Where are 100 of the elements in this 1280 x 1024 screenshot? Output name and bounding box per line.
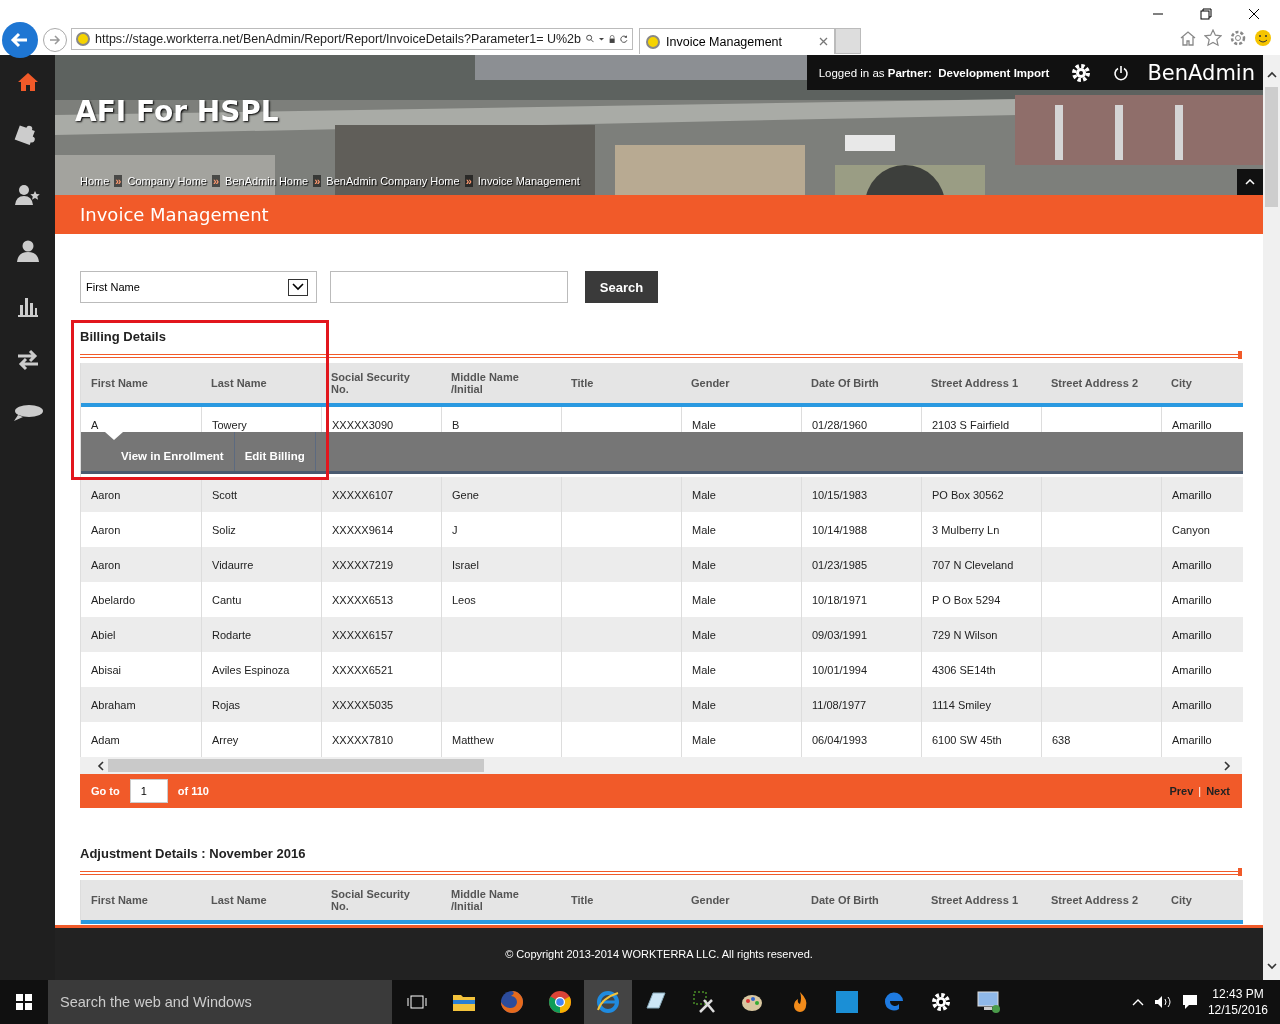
- column-header: Date Of Birth: [810, 377, 880, 389]
- scroll-thumb[interactable]: [108, 759, 484, 772]
- row-action-button[interactable]: Edit Billing: [234, 432, 316, 471]
- field-select[interactable]: First Name: [80, 271, 317, 303]
- internet-explorer-icon[interactable]: [584, 980, 632, 1024]
- table-cell: Rojas: [212, 698, 241, 711]
- settings-icon[interactable]: [930, 991, 952, 1013]
- start-button[interactable]: [16, 994, 32, 1010]
- notification-icon[interactable]: [1181, 994, 1198, 1010]
- table-cell: XXXXX6157: [332, 628, 394, 641]
- power-icon[interactable]: [1113, 64, 1130, 81]
- column-header: Middle Name /Initial: [450, 371, 520, 395]
- user-icon[interactable]: [15, 239, 40, 263]
- firefox-icon[interactable]: [500, 990, 524, 1014]
- table-row[interactable]: Abiel Rodarte XXXXX6157 Male 09/03/1991 729 N Wilson Amarillo: [81, 617, 1243, 652]
- table-cell: 729 N Wilson: [932, 628, 998, 641]
- edge-icon[interactable]: [882, 990, 906, 1014]
- table-cell: XXXXX5035: [332, 698, 394, 711]
- column-header: Gender: [690, 894, 731, 906]
- table-cell: P O Box 5294: [932, 593, 1001, 606]
- column-header: First Name: [90, 894, 149, 906]
- table-cell: 3 Mulberry Ln: [932, 523, 1000, 536]
- home-icon[interactable]: [1179, 29, 1197, 47]
- restore-button[interactable]: [1200, 8, 1212, 20]
- table-cell: 10/14/1988: [812, 523, 868, 536]
- table-cell: A: [91, 418, 99, 431]
- table-cell: Leos: [452, 593, 476, 606]
- table-cell: Male: [692, 698, 716, 711]
- taskbar-search[interactable]: Search the web and Windows: [48, 980, 392, 1024]
- table-cell: Abelardo: [91, 593, 136, 606]
- table-row[interactable]: Abraham Rojas XXXXX5035 Male 11/08/1977 1114 Smiley Amarillo: [81, 687, 1243, 722]
- user-star-icon[interactable]: [14, 183, 41, 207]
- column-header: Street Address 2: [1050, 377, 1140, 389]
- table-cell: Amarillo: [1172, 663, 1212, 676]
- table-cell: 707 N Cleveland: [932, 558, 1014, 571]
- search-field[interactable]: [330, 271, 568, 303]
- remote-desktop-icon[interactable]: [976, 990, 1002, 1014]
- search-button[interactable]: Search: [585, 271, 658, 303]
- scroll-up-icon[interactable]: [1266, 71, 1277, 79]
- table-cell: 10/18/1971: [812, 593, 868, 606]
- table-cell: Abraham: [91, 698, 136, 711]
- task-view-icon[interactable]: [406, 993, 428, 1011]
- caret-down-icon[interactable]: [292, 283, 304, 291]
- horizontal-scrollbar[interactable]: [80, 757, 1242, 774]
- table-cell: XXXXX3090: [332, 418, 394, 431]
- breadcrumb-separator: »: [114, 175, 123, 187]
- scroll-down-icon[interactable]: [1266, 962, 1277, 970]
- section-title: Billing Details: [80, 329, 167, 346]
- next-link[interactable]: Next: [1206, 785, 1230, 797]
- chrome-icon[interactable]: [548, 990, 572, 1014]
- back-button[interactable]: [2, 22, 38, 58]
- table-cell: 01/23/1985: [812, 558, 868, 571]
- column-header: Gender: [690, 377, 731, 389]
- breadcrumb-link[interactable]: BenAdmin Company Home: [326, 175, 460, 187]
- table-cell: 11/08/1977: [812, 698, 867, 711]
- table-cell: 6100 SW 45th: [932, 733, 1002, 746]
- table-cell: Vidaurre: [212, 558, 254, 571]
- breadcrumb-link[interactable]: Invoice Management: [477, 175, 580, 187]
- lock-icon: [609, 32, 616, 46]
- address-field[interactable]: https://stage.workterra.net/BenAdmin/Report/Report/InvoiceDetails?Parameter1= U%2b: [71, 28, 633, 50]
- scroll-left-icon[interactable]: [96, 760, 106, 771]
- pointer-icon: [105, 432, 123, 440]
- browser-tab[interactable]: Invoice Management: [639, 28, 835, 54]
- refresh-icon[interactable]: [620, 33, 628, 45]
- star-icon[interactable]: [1204, 29, 1222, 47]
- smiley-icon[interactable]: [1254, 29, 1272, 47]
- column-header: City: [1170, 894, 1193, 906]
- clock-time: 12:43 PM: [1212, 986, 1264, 1002]
- table-cell: 1114 Smiley: [932, 698, 991, 711]
- brand-name: BenAdmin: [1147, 60, 1255, 85]
- table-cell: Amarillo: [1172, 418, 1212, 431]
- breadcrumb-link[interactable]: BenAdmin Home: [225, 175, 309, 187]
- transfer-icon[interactable]: [15, 349, 40, 371]
- page-input[interactable]: 1: [129, 779, 168, 803]
- table-cell: XXXXX6521: [332, 663, 394, 676]
- close-button[interactable]: [1248, 8, 1260, 20]
- table-cell: Male: [692, 488, 716, 501]
- chat-icon[interactable]: [11, 403, 44, 423]
- caret-icon[interactable]: [599, 36, 605, 42]
- collapse-button[interactable]: [1237, 169, 1263, 195]
- table-cell: Aviles Espinoza: [212, 663, 290, 676]
- scroll-right-icon[interactable]: [1222, 760, 1232, 771]
- home-icon[interactable]: [16, 71, 39, 93]
- vertical-scrollbar[interactable]: [1263, 55, 1280, 980]
- tools-icon[interactable]: [692, 990, 716, 1014]
- column-header: Date Of Birth: [810, 894, 880, 906]
- chevron-up-icon[interactable]: [1131, 998, 1144, 1006]
- column-header: Middle Name /Initial: [450, 888, 520, 912]
- prev-link[interactable]: Prev: [1169, 785, 1194, 797]
- column-header: First Name: [90, 377, 149, 389]
- row-action-button[interactable]: View in Enrollment: [111, 432, 235, 471]
- table-cell: Rodarte: [212, 628, 252, 641]
- volume-icon[interactable]: [1153, 995, 1172, 1009]
- bar-chart-icon[interactable]: [16, 295, 39, 317]
- close-icon[interactable]: [819, 37, 828, 46]
- table-row[interactable]: Aaron Scott XXXXX6107 Gene Male 10/15/1983 PO Box 30562 Amarillo: [81, 477, 1243, 512]
- table-row[interactable]: Aaron Vidaurre XXXXX7219 Israel Male 01/23/1985 707 N Cleveland Amarillo: [81, 547, 1243, 582]
- clock-date: 12/15/2016: [1207, 1002, 1268, 1018]
- scroll-thumb[interactable]: [1265, 87, 1278, 207]
- copyright-text: © Copyright 2013-2014 WORKTERRA LLC. All rights reserved.: [505, 948, 813, 960]
